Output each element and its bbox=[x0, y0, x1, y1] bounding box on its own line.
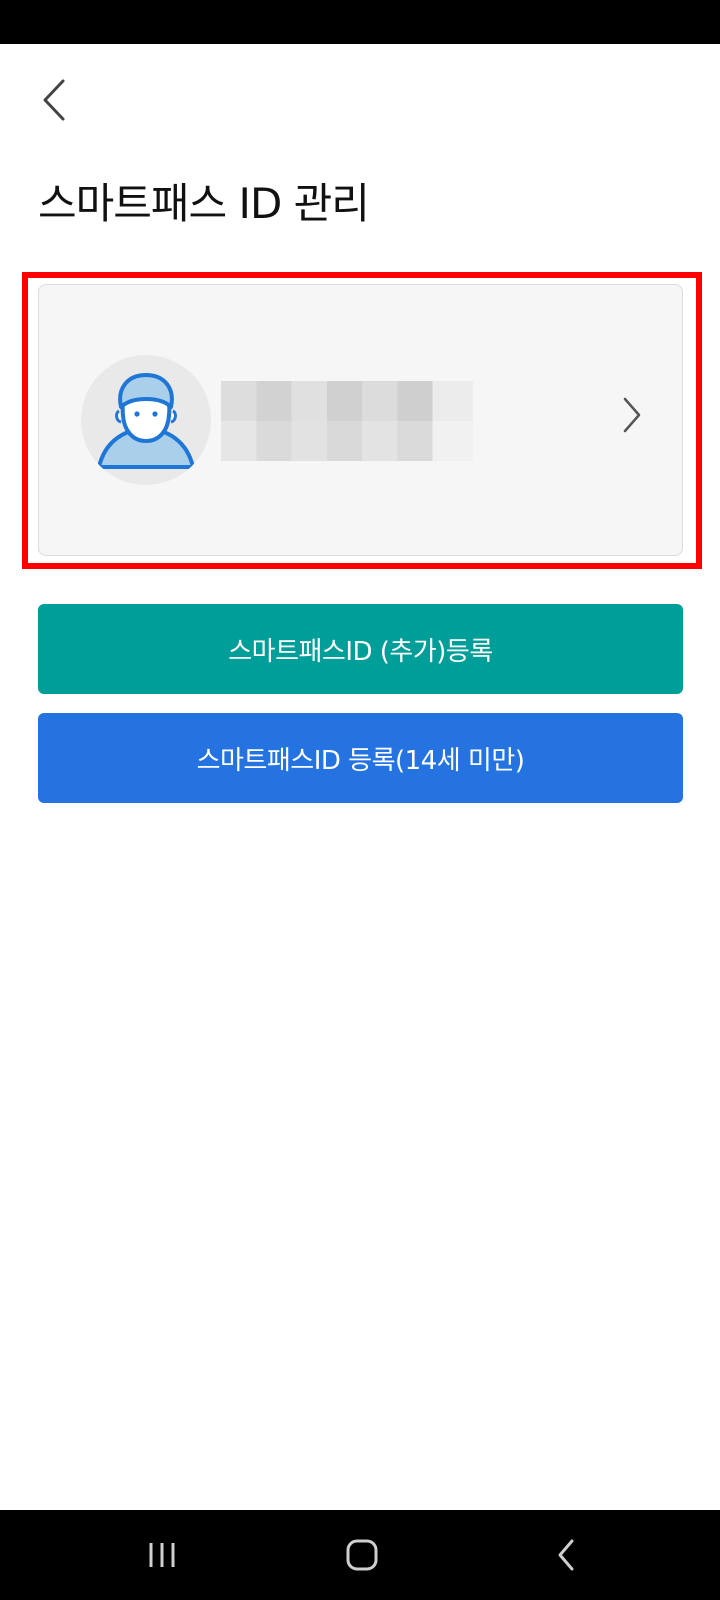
recents-button[interactable] bbox=[132, 1530, 192, 1580]
user-avatar-icon bbox=[97, 373, 195, 469]
home-icon bbox=[346, 1539, 378, 1571]
back-button[interactable] bbox=[32, 72, 76, 128]
home-button[interactable] bbox=[332, 1530, 392, 1580]
chevron-left-icon bbox=[43, 79, 65, 121]
account-card[interactable] bbox=[38, 284, 683, 556]
chevron-right-icon bbox=[623, 397, 641, 433]
redacted-account-name bbox=[221, 381, 473, 461]
page-title: 스마트패스 ID 관리 bbox=[38, 179, 370, 228]
register-under-14-button[interactable]: 스마트패스ID 등록(14세 미만) bbox=[38, 713, 683, 803]
recents-icon bbox=[149, 1543, 175, 1567]
avatar bbox=[81, 355, 211, 485]
back-icon bbox=[558, 1539, 574, 1571]
add-smartpass-id-button[interactable]: 스마트패스ID (추가)등록 bbox=[38, 604, 683, 694]
navigation-bar bbox=[0, 1510, 720, 1600]
system-back-button[interactable] bbox=[536, 1530, 596, 1580]
status-bar bbox=[0, 0, 720, 44]
